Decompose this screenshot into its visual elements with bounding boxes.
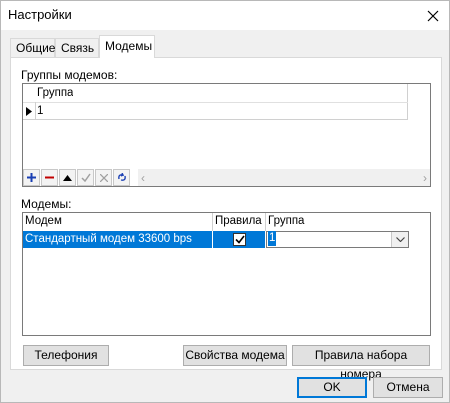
cancel-button[interactable]: Отмена	[373, 377, 443, 398]
x-icon	[99, 173, 108, 182]
scroll-right-icon[interactable]: ›	[423, 171, 427, 185]
modems-label: Модемы:	[21, 197, 72, 211]
tab-general[interactable]: Общие	[10, 38, 55, 58]
combo-dropdown-button[interactable]	[391, 232, 408, 247]
tab-modems[interactable]: Модемы	[99, 35, 155, 58]
tab-connection[interactable]: Связь	[55, 38, 99, 58]
group-row-value[interactable]: 1	[37, 103, 43, 120]
group-combo-value: 1	[268, 231, 277, 246]
group-combobox[interactable]: 1	[266, 231, 409, 248]
refresh-button[interactable]	[113, 169, 130, 186]
modems-column-group[interactable]: Группа	[268, 213, 328, 230]
telephony-button[interactable]: Телефония	[23, 345, 109, 366]
modems-grid[interactable]: Модем Правила н Группа Стандартный модем…	[22, 212, 431, 336]
close-button[interactable]	[417, 1, 449, 30]
add-group-button[interactable]	[23, 169, 40, 186]
dialing-rules-button[interactable]: Правила набора номера	[292, 345, 430, 381]
groups-table-area: Группа 1	[23, 84, 408, 120]
tab-general-label: Общие	[16, 41, 56, 55]
modem-groups-grid[interactable]: Группа 1 ‹ ›	[22, 83, 431, 187]
ok-button[interactable]: OK	[297, 377, 367, 398]
modems-column-rules[interactable]: Правила н	[215, 213, 265, 230]
settings-window: Настройки Общие Связь Модемы Группы моде…	[0, 0, 450, 403]
table-row[interactable]: Стандартный модем 33600 bps	[23, 231, 212, 248]
rules-cell[interactable]	[213, 231, 265, 248]
row-indicator-icon	[23, 103, 35, 119]
modems-tab-panel: Группы модемов: Группа 1 ‹ › Модемы: Мод…	[10, 57, 442, 381]
tab-modems-label: Модемы	[105, 39, 153, 53]
plus-icon	[27, 173, 36, 182]
post-edit-button[interactable]	[77, 169, 94, 186]
rules-checkbox[interactable]	[233, 233, 246, 246]
header-divider	[265, 213, 266, 231]
chevron-down-icon	[395, 237, 405, 242]
modem-groups-label: Группы модемов:	[21, 68, 118, 82]
modem-properties-button[interactable]: Свойства модема	[183, 345, 287, 366]
modems-column-modem[interactable]: Модем	[25, 213, 211, 230]
triangle-up-icon	[63, 174, 72, 181]
groups-navigator	[23, 169, 130, 186]
header-divider	[212, 213, 213, 231]
check-icon	[234, 235, 245, 244]
groups-column-header[interactable]: Группа	[37, 85, 73, 102]
close-icon	[427, 10, 439, 21]
modem-name-cell: Стандартный модем 33600 bps	[25, 233, 192, 245]
minus-icon	[45, 176, 54, 179]
groups-horizontal-scrollbar[interactable]: ‹ ›	[138, 169, 430, 186]
row-indicator-divider	[35, 102, 36, 120]
window-title: Настройки	[8, 7, 72, 22]
move-up-button[interactable]	[59, 169, 76, 186]
check-icon	[80, 173, 91, 182]
tab-connection-label: Связь	[61, 41, 95, 55]
groups-header-divider	[23, 102, 408, 103]
delete-group-button[interactable]	[41, 169, 58, 186]
scroll-left-icon[interactable]: ‹	[141, 171, 145, 185]
title-bar: Настройки	[1, 1, 449, 30]
cancel-edit-button[interactable]	[95, 169, 112, 186]
refresh-icon	[117, 173, 126, 181]
